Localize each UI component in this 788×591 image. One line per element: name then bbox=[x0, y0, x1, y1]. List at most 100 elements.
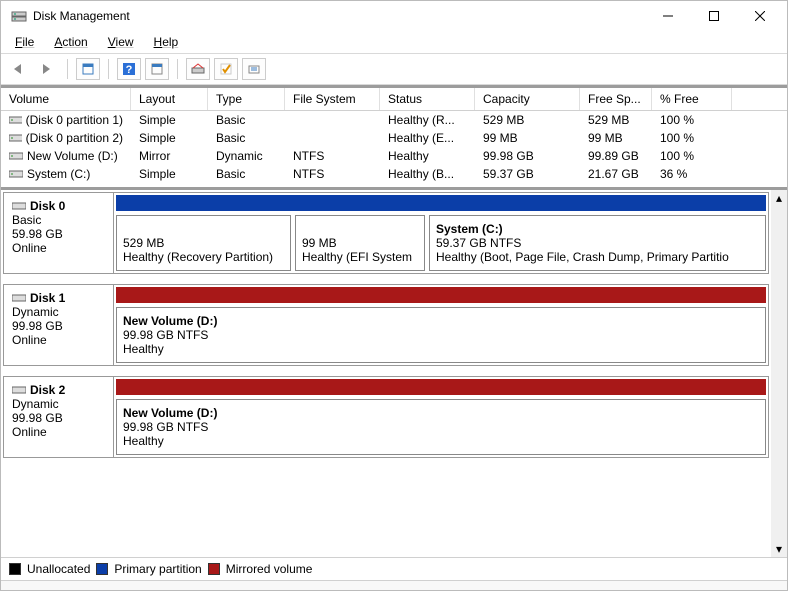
help-button[interactable]: ? bbox=[117, 58, 141, 80]
disk-status: Online bbox=[12, 425, 105, 439]
menu-view[interactable]: View bbox=[100, 33, 142, 51]
volume-row[interactable]: (Disk 0 partition 1)SimpleBasicHealthy (… bbox=[1, 111, 787, 129]
toolbar: ? bbox=[1, 54, 787, 85]
col-fs[interactable]: File System bbox=[285, 88, 380, 110]
volume-capacity: 529 MB bbox=[475, 112, 580, 128]
volume-free: 99 MB bbox=[580, 130, 652, 146]
statusbar bbox=[1, 580, 787, 590]
maximize-button[interactable] bbox=[691, 1, 737, 31]
volume-type: Basic bbox=[208, 166, 285, 182]
volume-capacity: 99.98 GB bbox=[475, 148, 580, 164]
menu-help[interactable]: Help bbox=[146, 33, 187, 51]
disk-colorbar bbox=[116, 379, 766, 395]
disk-colorbar bbox=[116, 287, 766, 303]
scrollbar[interactable]: ▴ ▾ bbox=[771, 190, 787, 557]
volume-type: Basic bbox=[208, 112, 285, 128]
partition-size: 99.98 GB NTFS bbox=[123, 420, 759, 434]
partition[interactable]: 99 MBHealthy (EFI System bbox=[295, 215, 425, 271]
volume-fs bbox=[285, 130, 380, 146]
volume-layout: Simple bbox=[131, 112, 208, 128]
toolbar-btn-2[interactable] bbox=[145, 58, 169, 80]
volume-name: (Disk 0 partition 1) bbox=[26, 113, 123, 127]
scroll-up-icon[interactable]: ▴ bbox=[771, 190, 787, 206]
disk-graphical-view: Disk 0Basic59.98 GBOnline529 MBHealthy (… bbox=[1, 190, 771, 557]
legend-swatch-unallocated bbox=[9, 563, 21, 575]
legend-unallocated: Unallocated bbox=[27, 562, 90, 576]
volume-capacity: 59.37 GB bbox=[475, 166, 580, 182]
volume-layout: Mirror bbox=[131, 148, 208, 164]
disk-size: 99.98 GB bbox=[12, 411, 105, 425]
volume-free: 21.67 GB bbox=[580, 166, 652, 182]
partition-status: Healthy bbox=[123, 342, 759, 356]
partition[interactable]: 529 MBHealthy (Recovery Partition) bbox=[116, 215, 291, 271]
partition-title: System (C:) bbox=[436, 222, 759, 236]
legend-swatch-mirrored bbox=[208, 563, 220, 575]
volume-type: Basic bbox=[208, 130, 285, 146]
toolbar-btn-4[interactable] bbox=[214, 58, 238, 80]
partition[interactable]: New Volume (D:)99.98 GB NTFSHealthy bbox=[116, 307, 766, 363]
volume-free: 529 MB bbox=[580, 112, 652, 128]
volume-row[interactable]: New Volume (D:)MirrorDynamicNTFSHealthy9… bbox=[1, 147, 787, 165]
toolbar-btn-5[interactable] bbox=[242, 58, 266, 80]
disk-name: Disk 1 bbox=[12, 291, 105, 305]
close-button[interactable] bbox=[737, 1, 783, 31]
col-capacity[interactable]: Capacity bbox=[475, 88, 580, 110]
partition-status: Healthy (Boot, Page File, Crash Dump, Pr… bbox=[436, 250, 759, 264]
partition[interactable]: System (C:)59.37 GB NTFSHealthy (Boot, P… bbox=[429, 215, 766, 271]
legend-primary: Primary partition bbox=[114, 562, 201, 576]
volume-name: (Disk 0 partition 2) bbox=[26, 131, 123, 145]
volume-row[interactable]: System (C:)SimpleBasicNTFSHealthy (B...5… bbox=[1, 165, 787, 183]
back-button[interactable] bbox=[7, 58, 31, 80]
volume-row[interactable]: (Disk 0 partition 2) SimpleBasic Healthy (… bbox=[1, 129, 787, 147]
menu-file[interactable]: File bbox=[7, 33, 42, 51]
toolbar-btn-3[interactable] bbox=[186, 58, 210, 80]
disk-row: Disk 0Basic59.98 GBOnline 529 MBHealthy (… bbox=[3, 192, 769, 274]
col-volume[interactable]: Volume bbox=[1, 88, 131, 110]
disk-status: Online bbox=[12, 333, 105, 347]
partition-size: 59.37 GB NTFS bbox=[436, 236, 759, 250]
disk-size: 59.98 GB bbox=[12, 227, 105, 241]
partition-status: Healthy (Recovery Partition) bbox=[123, 250, 284, 264]
volume-capacity: 99 MB bbox=[475, 130, 580, 146]
toolbar-btn-1[interactable] bbox=[76, 58, 100, 80]
volume-list: Volume Layout Type File System Status Ca… bbox=[1, 85, 787, 183]
disk-size: 99.98 GB bbox=[12, 319, 105, 333]
volume-status: Healthy (E... bbox=[380, 130, 475, 146]
legend-swatch-primary bbox=[96, 563, 108, 575]
col-status[interactable]: Status bbox=[380, 88, 475, 110]
volume-status: Healthy bbox=[380, 148, 475, 164]
app-icon bbox=[11, 8, 27, 24]
partition[interactable]: New Volume (D:)99.98 GB NTFSHealthy bbox=[116, 399, 766, 455]
svg-text:?: ? bbox=[126, 64, 133, 76]
col-type[interactable]: Type bbox=[208, 88, 285, 110]
disk-status: Online bbox=[12, 241, 105, 255]
volume-fs: NTFS bbox=[285, 148, 380, 164]
volume-pct: 100 % bbox=[652, 130, 732, 146]
disk-type: Dynamic bbox=[12, 397, 105, 411]
volume-pct: 100 % bbox=[652, 148, 732, 164]
volume-name: New Volume (D:) bbox=[27, 149, 118, 163]
disk-colorbar bbox=[116, 195, 766, 211]
titlebar: Disk Management bbox=[1, 1, 787, 31]
scroll-down-icon[interactable]: ▾ bbox=[771, 541, 787, 557]
menubar: File Action View Help bbox=[1, 31, 787, 54]
disk-type: Basic bbox=[12, 213, 105, 227]
partition-status: Healthy bbox=[123, 434, 759, 448]
col-layout[interactable]: Layout bbox=[131, 88, 208, 110]
col-free[interactable]: Free Sp... bbox=[580, 88, 652, 110]
disk-name: Disk 0 bbox=[12, 199, 105, 213]
disk-row: Disk 2Dynamic99.98 GBOnlineNew Volume (D… bbox=[3, 376, 769, 458]
col-pct[interactable]: % Free bbox=[652, 88, 732, 110]
disk-row: Disk 1Dynamic99.98 GBOnlineNew Volume (D… bbox=[3, 284, 769, 366]
menu-action[interactable]: Action bbox=[46, 33, 95, 51]
volume-layout: Simple bbox=[131, 130, 208, 146]
volume-list-header: Volume Layout Type File System Status Ca… bbox=[1, 88, 787, 111]
forward-button[interactable] bbox=[35, 58, 59, 80]
volume-status: Healthy (B... bbox=[380, 166, 475, 182]
volume-free: 99.89 GB bbox=[580, 148, 652, 164]
minimize-button[interactable] bbox=[645, 1, 691, 31]
partition-status: Healthy (EFI System bbox=[302, 250, 418, 264]
volume-pct: 36 % bbox=[652, 166, 732, 182]
volume-type: Dynamic bbox=[208, 148, 285, 164]
volume-pct: 100 % bbox=[652, 112, 732, 128]
